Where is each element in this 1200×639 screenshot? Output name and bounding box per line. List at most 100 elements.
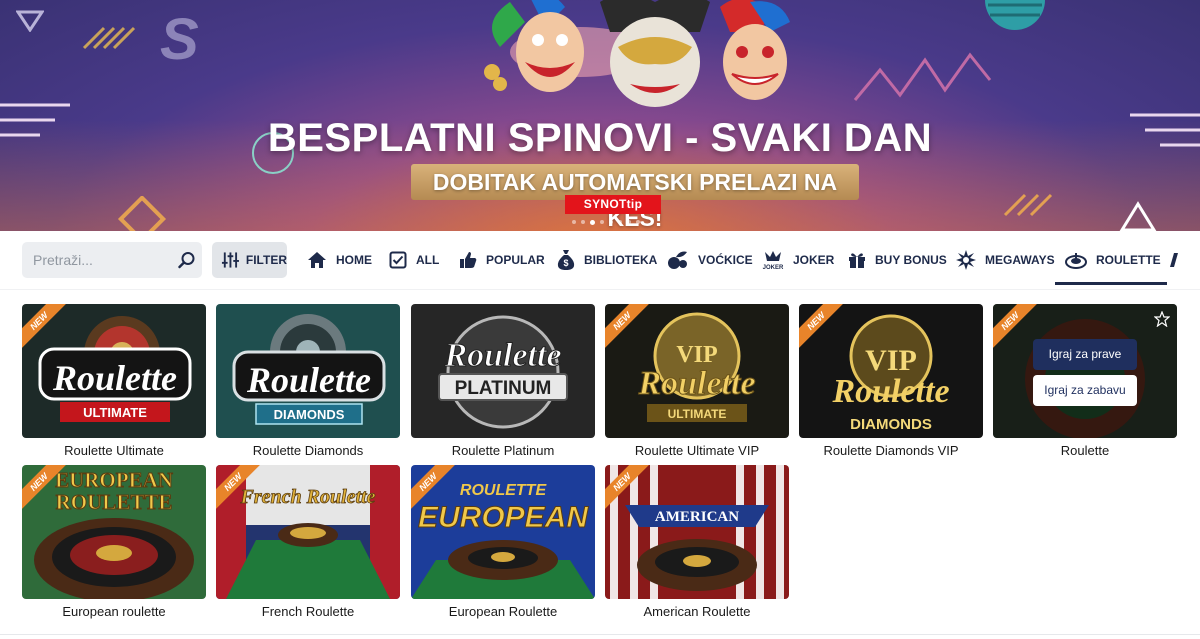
nav-item-roulette[interactable]: ROULETTE [1055,242,1167,285]
svg-text:French Roulette: French Roulette [239,486,375,508]
filter-button[interactable]: FILTER [212,242,287,278]
svg-text:$: $ [563,258,568,268]
game-title[interactable]: Roulette Ultimate [22,443,206,458]
svg-text:DIAMONDS: DIAMONDS [850,416,932,433]
nav-item-megaways[interactable]: MEGAWAYS [956,242,1055,278]
game-thumbnail[interactable]: Roulette PLATINUM [411,304,595,438]
game-art-image: VIP Roulette ULTIMATE [605,304,789,438]
carousel-dot-active[interactable] [590,219,595,225]
nav-item-all[interactable]: ALL [389,242,439,278]
play-real-button[interactable]: Igraj za prave [1033,339,1137,370]
game-card[interactable]: ROULETTE EUROPEAN NEW European Roulette [411,465,595,619]
favorite-star-icon[interactable] [1154,311,1170,327]
game-thumbnail[interactable]: VIP Roulette DIAMONDS NEW [799,304,983,438]
carousel-dot[interactable] [581,220,585,224]
game-thumbnail[interactable]: ROULETTE EUROPEAN NEW [411,465,595,599]
nav-divider [0,289,1200,290]
footer-divider [0,634,1200,635]
money-bag-icon: $ [557,250,575,270]
game-title[interactable]: Roulette [993,443,1177,458]
roulette-icon [1065,253,1087,269]
nav-item-buy-bonus[interactable]: BUY BONUS [848,242,947,278]
zigzag-deco-icon [853,52,992,101]
nav-label: BIBLIOTEKA [584,253,658,267]
carousel-dot[interactable] [636,220,640,224]
nav-label: VOĆKICE [698,253,753,267]
fruit-icon [668,251,687,269]
nav-item-vockice[interactable]: VOĆKICE [667,242,753,278]
svg-text:Roulette: Roulette [52,358,177,398]
game-thumbnail[interactable]: Roulette DIAMONDS [216,304,400,438]
game-thumbnail[interactable]: EUROPEAN ROULETTE NEW [22,465,206,599]
banner-title: BESPLATNI SPINOVI - SVAKI DAN [267,116,933,160]
game-card[interactable]: French Roulette NEW French Roulette [216,465,400,619]
joker-icon: JOKER [763,251,784,270]
gift-icon [849,253,865,268]
nav-label: MEGAWAYS [985,253,1055,267]
svg-text:DIAMONDS: DIAMONDS [274,407,345,422]
game-card[interactable]: Roulette PLATINUM Roulette Platinum [411,304,595,458]
game-title[interactable]: European roulette [22,604,206,619]
svg-text:AMERICAN: AMERICAN [655,509,739,525]
carousel-dot[interactable] [572,220,576,224]
svg-text:EUROPEAN: EUROPEAN [418,501,589,534]
rtriangle-deco-icon [1119,201,1157,231]
nav-overflow-icon[interactable] [1168,251,1180,269]
svg-text:Roulette: Roulette [831,373,949,410]
game-art-image: Roulette ULTIMATE [22,304,206,438]
game-art-image: VIP Roulette DIAMONDS [799,304,983,438]
game-card[interactable]: VIP Roulette DIAMONDS NEW Roulette Diamo… [799,304,983,458]
game-card[interactable]: EUROPEAN ROULETTE NEW European roulette [22,465,206,619]
svg-text:Roulette: Roulette [637,365,755,402]
svg-text:ULTIMATE: ULTIMATE [83,405,147,420]
hover-overlay [993,304,1177,438]
game-title[interactable]: American Roulette [605,604,789,619]
game-card[interactable]: Roulette ULTIMATE NEW Roulette Ultimate [22,304,206,458]
carousel-dot[interactable] [627,220,631,224]
nav-label: ALL [416,253,440,267]
carousel-dot[interactable] [618,220,622,224]
search-box [22,242,202,278]
game-title[interactable]: Roulette Ultimate VIP [605,443,789,458]
game-title[interactable]: Roulette Diamonds [216,443,400,458]
megaways-icon [956,250,976,270]
game-art-image: Roulette DIAMONDS [216,304,400,438]
s-letter-deco: S [160,7,199,72]
search-input[interactable] [22,242,172,278]
nav-label: ROULETTE [1096,253,1161,267]
nav-label: HOME [336,253,372,267]
game-card[interactable]: AMERICAN NEW American Roulette [605,465,789,619]
nav-item-home[interactable]: HOME [307,242,372,278]
nav-item-joker[interactable]: JOKER JOKER [762,242,834,278]
jester-mascots-image [484,0,790,107]
disc-deco-icon [985,0,1045,30]
game-card[interactable]: Roulette DIAMONDS Roulette Diamonds [216,304,400,458]
carousel-dot[interactable] [600,220,604,224]
play-fun-button[interactable]: Igraj za zabavu [1033,375,1137,406]
nav-label: JOKER [793,253,835,267]
game-thumbnail[interactable]: AMERICAN NEW [605,465,789,599]
game-art-image: AMERICAN [605,465,789,599]
promo-banner[interactable]: S BESPLATNI SPINOVI - SVAKI DAN DOBITAK … [0,0,1200,231]
game-thumbnail[interactable]: French Roulette NEW [216,465,400,599]
triangle-deco-icon [16,10,44,32]
search-icon[interactable] [178,251,196,269]
nav-item-popular[interactable]: POPULAR [459,242,545,278]
carousel-dots[interactable] [572,219,640,225]
game-title[interactable]: European Roulette [411,604,595,619]
game-thumbnail[interactable]: VIP Roulette ULTIMATE NEW [605,304,789,438]
game-title[interactable]: French Roulette [216,604,400,619]
game-art-image: EUROPEAN ROULETTE [22,465,206,599]
game-title[interactable]: Roulette Diamonds VIP [799,443,983,458]
game-card-hovered[interactable]: NEW Igraj za prave Igraj za zabavu Roule… [993,304,1177,458]
game-thumbnail[interactable]: NEW Igraj za prave Igraj za zabavu [993,304,1177,438]
checkbox-icon [389,251,407,269]
game-thumbnail[interactable]: Roulette ULTIMATE NEW [22,304,206,438]
game-title[interactable]: Roulette Platinum [411,443,595,458]
game-art-image: French Roulette [216,465,400,599]
game-card[interactable]: VIP Roulette ULTIMATE NEW Roulette Ultim… [605,304,789,458]
category-nav: FILTER HOME ALL POPULAR $ BIBLIOTEKA VOĆ… [0,231,1200,290]
carousel-dot[interactable] [609,220,613,224]
orange-stripes-deco-icon [1003,193,1053,217]
nav-item-biblioteka[interactable]: $ BIBLIOTEKA [557,242,657,278]
